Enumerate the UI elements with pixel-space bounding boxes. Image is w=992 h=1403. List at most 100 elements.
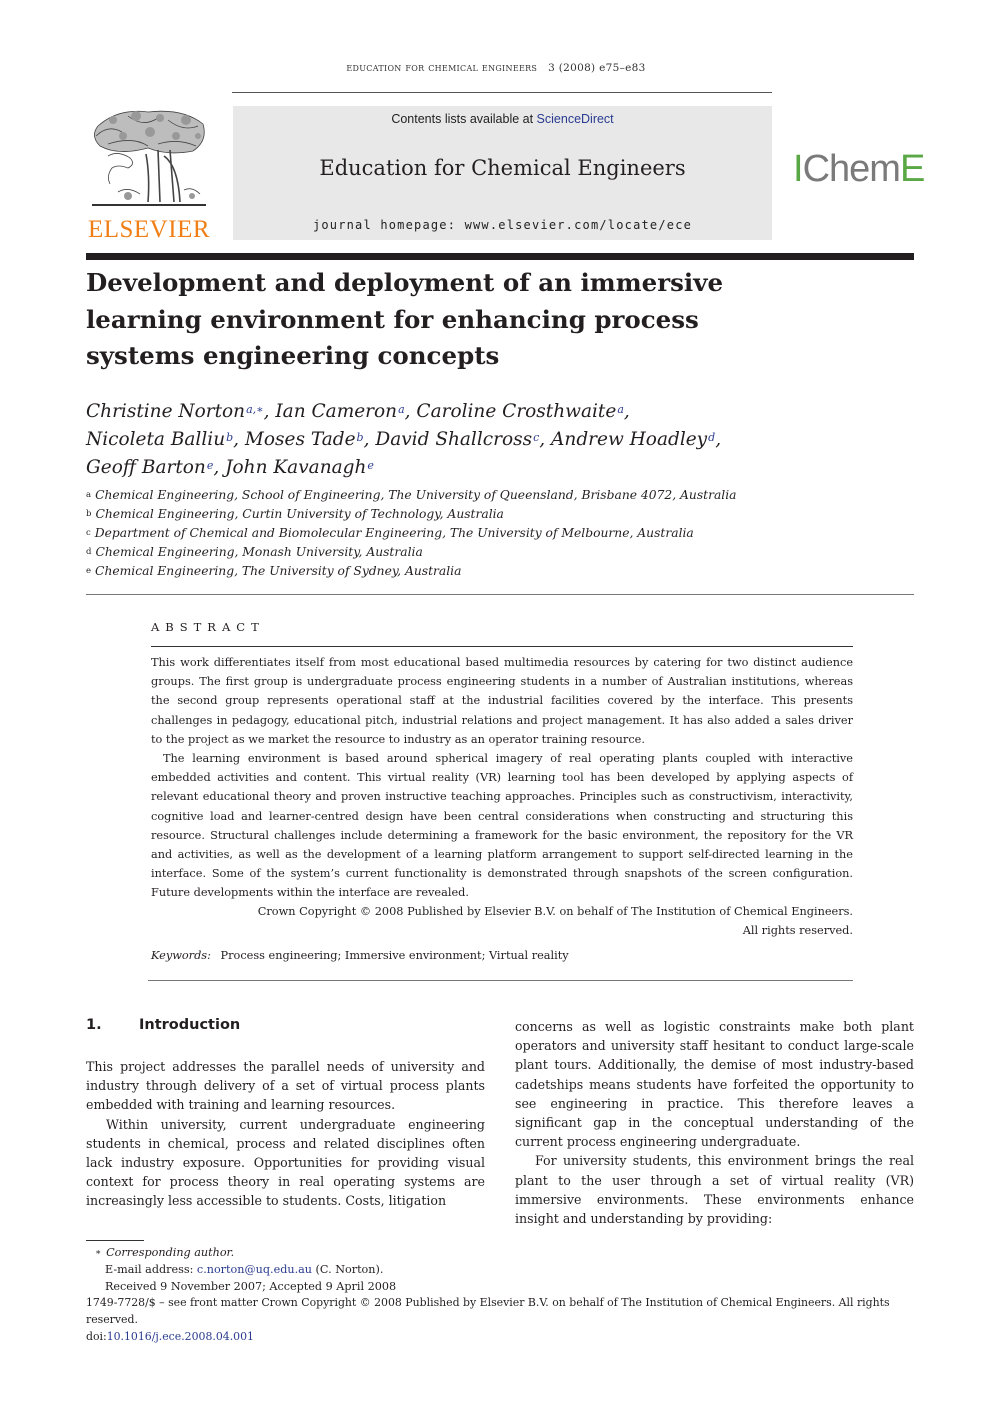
author-separator: , <box>404 401 417 422</box>
author-affiliation-link[interactable]: d <box>708 431 715 444</box>
copyright-line: Crown Copyright © 2008 Published by Else… <box>257 905 853 918</box>
elsevier-tree-icon <box>92 110 206 206</box>
email-note: E-mail address: c.norton@uq.edu.au (C. N… <box>86 1262 926 1279</box>
section-number: 1. <box>86 1017 102 1033</box>
affiliation-item: c Department of Chemical and Biomolecular… <box>86 524 926 543</box>
icheme-logo[interactable]: IChemE <box>793 148 925 190</box>
affiliation-text: Chemical Engineering, Monash University,… <box>95 545 423 559</box>
affiliation-text: Chemical Engineering, The University of … <box>95 564 462 578</box>
icheme-logo-chem: Chem <box>802 148 901 190</box>
affiliation-item: e Chemical Engineering, The University of… <box>86 562 926 581</box>
icheme-logo-e: E <box>899 148 925 190</box>
corresponding-author-label: Corresponding author. <box>106 1246 235 1259</box>
author-separator: , <box>715 429 722 450</box>
keywords: Keywords: Process engineering; Immersive… <box>151 949 853 962</box>
abstract-rule <box>151 646 853 647</box>
title-line: systems engineering concepts <box>86 341 500 370</box>
section-heading: 1. Introduction <box>86 1017 240 1033</box>
title-rule <box>86 253 914 260</box>
affiliation-key: e <box>86 566 92 576</box>
abstract-heading: ABSTRACT <box>151 620 265 634</box>
author-separator: , <box>623 401 630 422</box>
author-separator: , <box>363 429 376 450</box>
author-affiliation-link[interactable]: e <box>367 459 374 472</box>
author-affiliation-link[interactable]: b <box>226 431 233 444</box>
keywords-list: Process engineering; Immersive environme… <box>220 949 569 962</box>
author-separator: , <box>263 401 276 422</box>
author-name: Ian Cameron <box>275 401 398 422</box>
running-head: education for chemical engineers 3 (2008… <box>0 61 992 74</box>
affiliation-text: Chemical Engineering, School of Engineer… <box>95 488 737 502</box>
body-paragraph: Within university, current undergraduate… <box>86 1116 485 1209</box>
author-name: John Kavanagh <box>225 457 367 478</box>
email-label: E-mail address: <box>105 1262 197 1276</box>
abstract-body: This work differentiates itself from mos… <box>151 653 853 903</box>
received-note: Received 9 November 2007; Accepted 9 Apr… <box>105 1279 397 1293</box>
icheme-logo-i: I <box>793 148 804 190</box>
abstract-paragraph: The learning environment is based around… <box>151 752 853 900</box>
author-affiliation-link[interactable]: a,∗ <box>246 403 264 416</box>
affiliation-key: a <box>86 490 92 500</box>
author-name: Andrew Hoadley <box>551 429 708 450</box>
footnote-rule <box>86 1240 144 1241</box>
front-matter-note: 1749-7728/$ – see front matter Crown Cop… <box>86 1296 890 1327</box>
affiliation-rule <box>86 594 914 595</box>
author-name: David Shallcross <box>375 429 533 450</box>
affiliation-key: d <box>86 547 92 557</box>
title-line: Development and deployment of an immersi… <box>86 268 724 297</box>
author-name: Nicoleta Balliu <box>86 429 226 450</box>
elsevier-logo[interactable]: ELSEVIER <box>84 104 214 244</box>
affiliation-key: b <box>86 509 92 519</box>
header-rule <box>232 92 772 93</box>
author-affiliation-link[interactable]: a <box>398 403 405 416</box>
affiliation-item: b Chemical Engineering, Curtin University… <box>86 505 926 524</box>
author-name: Geoff Barton <box>86 457 206 478</box>
author-affiliation-link[interactable]: e <box>207 459 214 472</box>
author-affiliation-link[interactable]: c <box>533 431 539 444</box>
body-column-left: This project addresses the parallel need… <box>86 1057 485 1211</box>
body-paragraph: This project addresses the parallel need… <box>86 1059 485 1113</box>
author-affiliation-link[interactable]: b <box>357 431 364 444</box>
copyright-line: All rights reserved. <box>742 924 853 938</box>
elsevier-wordmark: ELSEVIER <box>87 216 211 243</box>
email-suffix: (C. Norton). <box>312 1262 384 1276</box>
doi-note: doi:10.1016/j.ece.2008.04.001 <box>86 1329 926 1346</box>
author-list: Christine Nortona,∗, Ian Camerona, Carol… <box>86 398 926 482</box>
corresponding-author-note: ∗ Corresponding author. <box>86 1245 926 1262</box>
doi-link[interactable]: 10.1016/j.ece.2008.04.001 <box>107 1330 254 1343</box>
affiliation-key: c <box>86 528 91 538</box>
footnotes: ∗ Corresponding author. E-mail address: c… <box>86 1245 926 1346</box>
author-separator: , <box>233 429 245 450</box>
contents-line: Contents lists available at ScienceDirec… <box>233 112 772 126</box>
author-name: Caroline Crosthwaite <box>416 401 617 422</box>
section-title: Introduction <box>139 1017 241 1033</box>
body-paragraph: concerns as well as logistic constraints… <box>515 1019 914 1150</box>
running-head-citation: 3 (2008) e75–e83 <box>548 62 646 74</box>
author-separator: , <box>213 457 226 478</box>
running-head-journal: education for chemical engineers <box>346 61 538 74</box>
abstract-copyright: Crown Copyright © 2008 Published by Else… <box>151 902 853 940</box>
contents-prefix: Contents lists available at <box>391 112 537 126</box>
affiliation-item: d Chemical Engineering, Monash University… <box>86 543 926 562</box>
keywords-rule <box>148 980 853 981</box>
abstract-paragraph: This work differentiates itself from mos… <box>151 656 853 746</box>
author-affiliation-link[interactable]: a <box>617 403 624 416</box>
author-name: Christine Norton <box>86 401 246 422</box>
affiliation-text: Department of Chemical and Biomolecular … <box>94 526 694 540</box>
body-paragraph: For university students, this environmen… <box>515 1153 914 1227</box>
journal-homepage[interactable]: journal homepage: www.elsevier.com/locat… <box>233 218 772 232</box>
journal-banner: Contents lists available at ScienceDirec… <box>233 106 772 240</box>
footnote-star: ∗ <box>95 1248 102 1258</box>
article-title: Development and deployment of an immersi… <box>86 265 786 375</box>
author-separator: , <box>539 429 552 450</box>
email-link[interactable]: c.norton@uq.edu.au <box>197 1263 312 1276</box>
title-line: learning environment for enhancing proce… <box>86 304 699 334</box>
author-name: Moses Tade <box>244 429 356 450</box>
keywords-label: Keywords: <box>151 949 211 962</box>
body-column-right: concerns as well as logistic constraints… <box>515 1017 914 1228</box>
sciencedirect-link[interactable]: ScienceDirect <box>537 112 614 126</box>
affiliation-text: Chemical Engineering, Curtin University … <box>95 507 504 521</box>
doi-label: doi: <box>86 1329 107 1343</box>
affiliation-item: a Chemical Engineering, School of Enginee… <box>86 486 926 505</box>
journal-title: Education for Chemical Engineers <box>319 156 686 180</box>
